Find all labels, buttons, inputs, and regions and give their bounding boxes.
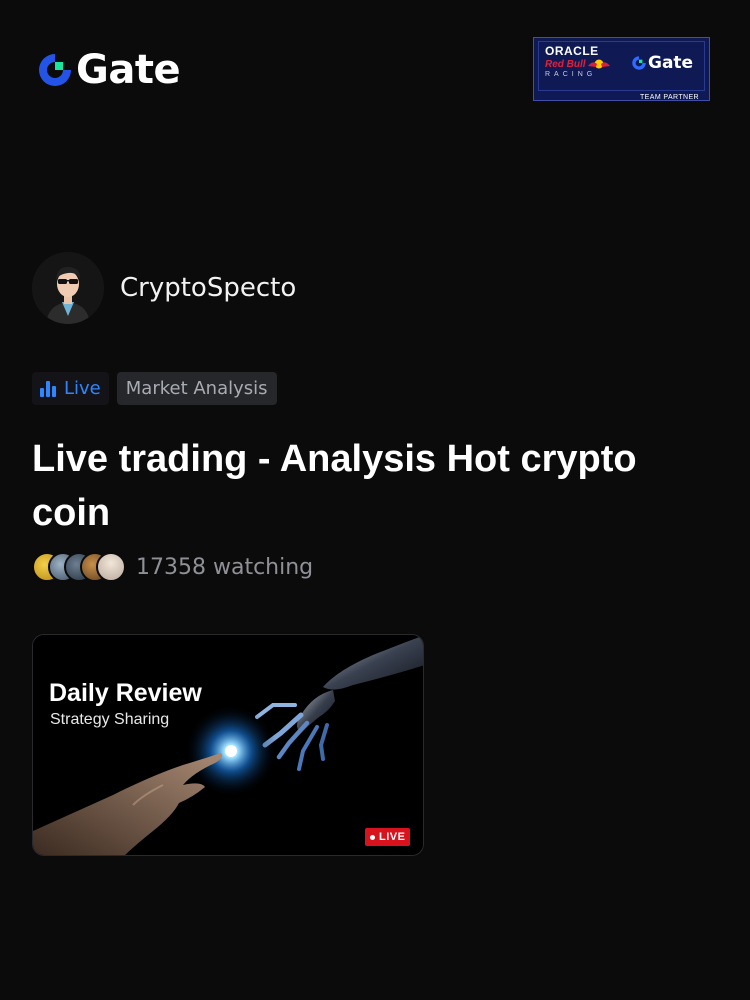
avatar-icon (32, 252, 104, 324)
avatar[interactable] (32, 252, 104, 324)
live-badge: LIVE (365, 828, 411, 846)
category-tag-label: Market Analysis (125, 378, 268, 399)
gate-logo-icon (39, 54, 71, 86)
partner-oracle-text: ORACLE (545, 44, 599, 58)
stream-title: Live trading - Analysis Hot crypto coin (32, 438, 637, 534)
host-name[interactable]: CryptoSpecto (120, 273, 296, 303)
partner-redbull-text: Red Bull (545, 59, 586, 70)
live-tag: Live (32, 372, 109, 405)
gate-logo[interactable]: Gate (36, 47, 181, 93)
live-bars-icon (40, 380, 56, 397)
partner-gate-logo: Gate (631, 53, 693, 73)
gate-logo-text: Gate (76, 47, 181, 93)
partner-gate-text: Gate (648, 53, 694, 73)
thumbnail-title: Daily Review (49, 679, 202, 707)
viewer-avatars (32, 552, 126, 582)
viewer-count: 17358 watching (136, 554, 314, 580)
thumbnail-art (33, 635, 423, 855)
tag-row: Live Market Analysis (32, 372, 277, 405)
category-tag[interactable]: Market Analysis (116, 372, 277, 405)
host-profile[interactable]: CryptoSpecto (32, 252, 296, 324)
live-tag-label: Live (64, 378, 101, 399)
stream-thumbnail[interactable]: Daily Review Strategy Sharing LIVE (32, 634, 424, 856)
viewer-info: 17358 watching (32, 552, 313, 582)
gate-small-icon (632, 56, 646, 70)
viewer-avatar (96, 552, 126, 582)
partner-tagline: TEAM PARTNER (640, 94, 699, 101)
live-dot-icon (370, 834, 375, 840)
live-badge-label: LIVE (379, 831, 406, 843)
redbull-icon (588, 59, 610, 69)
partner-banner: ORACLE Red Bull RACING Gate TEAM PARTNER (533, 37, 710, 101)
partner-racing-text: RACING (545, 71, 597, 78)
thumbnail-subtitle: Strategy Sharing (50, 711, 170, 728)
